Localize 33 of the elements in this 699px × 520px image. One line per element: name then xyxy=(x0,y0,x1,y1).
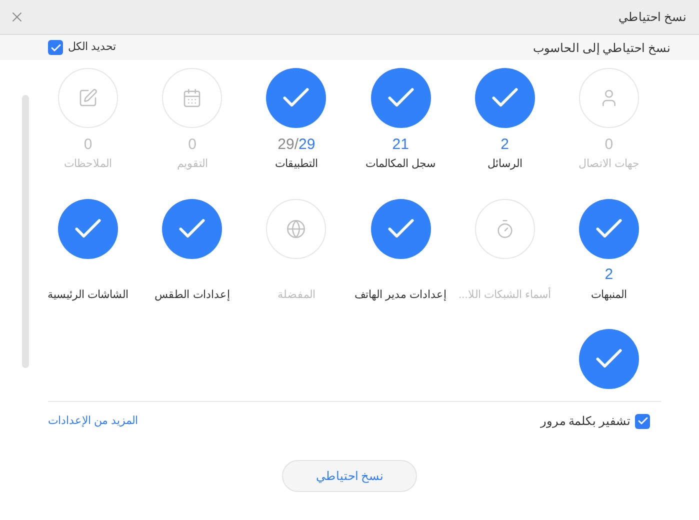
item-count: 0 xyxy=(84,136,92,152)
backup-button[interactable]: نسخ احتياطي xyxy=(282,460,417,492)
more-settings-link[interactable]: المزيد من الإعدادات xyxy=(48,412,138,430)
item-label: إعدادات مدير الهاتف xyxy=(354,288,447,303)
item-label: الملاحظات xyxy=(64,157,112,172)
item-total: 29/ xyxy=(278,136,299,152)
item-count: 2 xyxy=(500,136,509,152)
calendar-icon xyxy=(182,88,202,108)
item-label: أسماء الشبكات اللا... xyxy=(458,286,551,302)
encrypt-label: تشفير بكلمة مرور xyxy=(540,413,630,430)
timer-icon xyxy=(494,218,515,238)
item-count: 29 xyxy=(298,136,316,152)
item-label: المنبهات xyxy=(590,288,627,303)
scrollbar[interactable] xyxy=(22,95,29,368)
item-label: سجل المكالمات xyxy=(366,157,436,172)
window-title: نسخ احتياطي xyxy=(618,9,686,26)
item-label: المفضلة xyxy=(277,288,316,302)
item-count: 2 xyxy=(604,267,614,282)
checkbox[interactable] xyxy=(635,414,650,428)
globe-icon xyxy=(286,218,306,238)
select-all-label: تحديد الكل xyxy=(68,40,116,56)
item-count: 21 xyxy=(392,136,409,152)
item-label: الرسائل xyxy=(487,157,522,172)
item-label: التقويم xyxy=(176,157,208,172)
item-count: 0 xyxy=(604,136,614,152)
item-label: جهات الاتصال xyxy=(578,157,640,172)
note-edit-icon xyxy=(78,88,98,108)
item-label: التطبيقات xyxy=(274,157,318,172)
item-label: إعدادات الطقس xyxy=(154,288,230,303)
header-title: نسخ احتياطي إلى الحاسوب xyxy=(532,40,670,56)
item-label: الشاشات الرئيسية xyxy=(48,288,129,303)
checkbox[interactable] xyxy=(48,40,63,55)
item-count: 0 xyxy=(188,136,196,152)
